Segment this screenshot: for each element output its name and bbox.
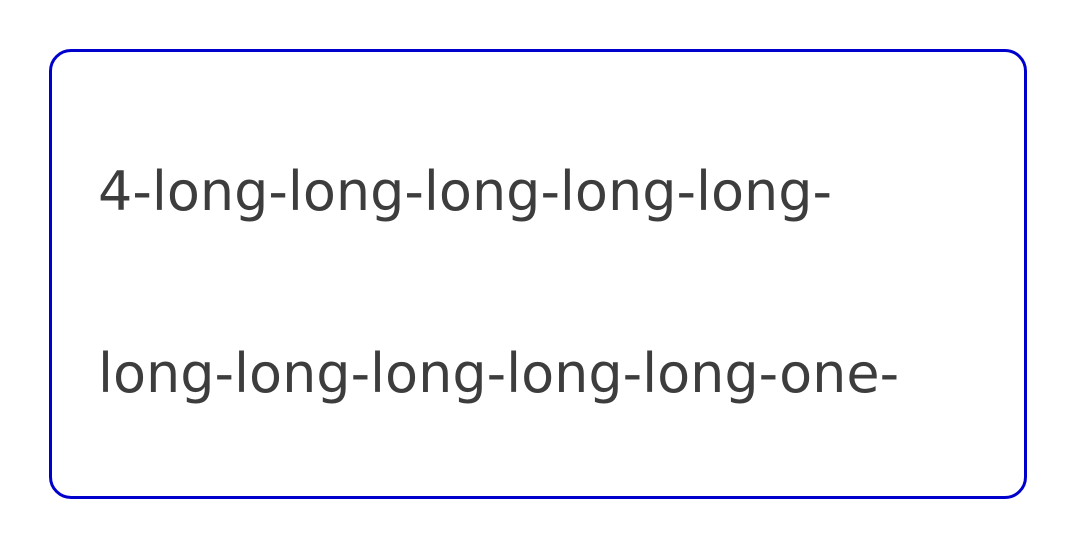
page: 4-long-long-long-long-long- long-long-lo… [0,0,1080,552]
text-line-2: long-long-long-long-long-one- [98,342,900,405]
text-card: 4-long-long-long-long-long- long-long-lo… [49,49,1027,499]
text-line-1: 4-long-long-long-long-long- [98,160,832,223]
